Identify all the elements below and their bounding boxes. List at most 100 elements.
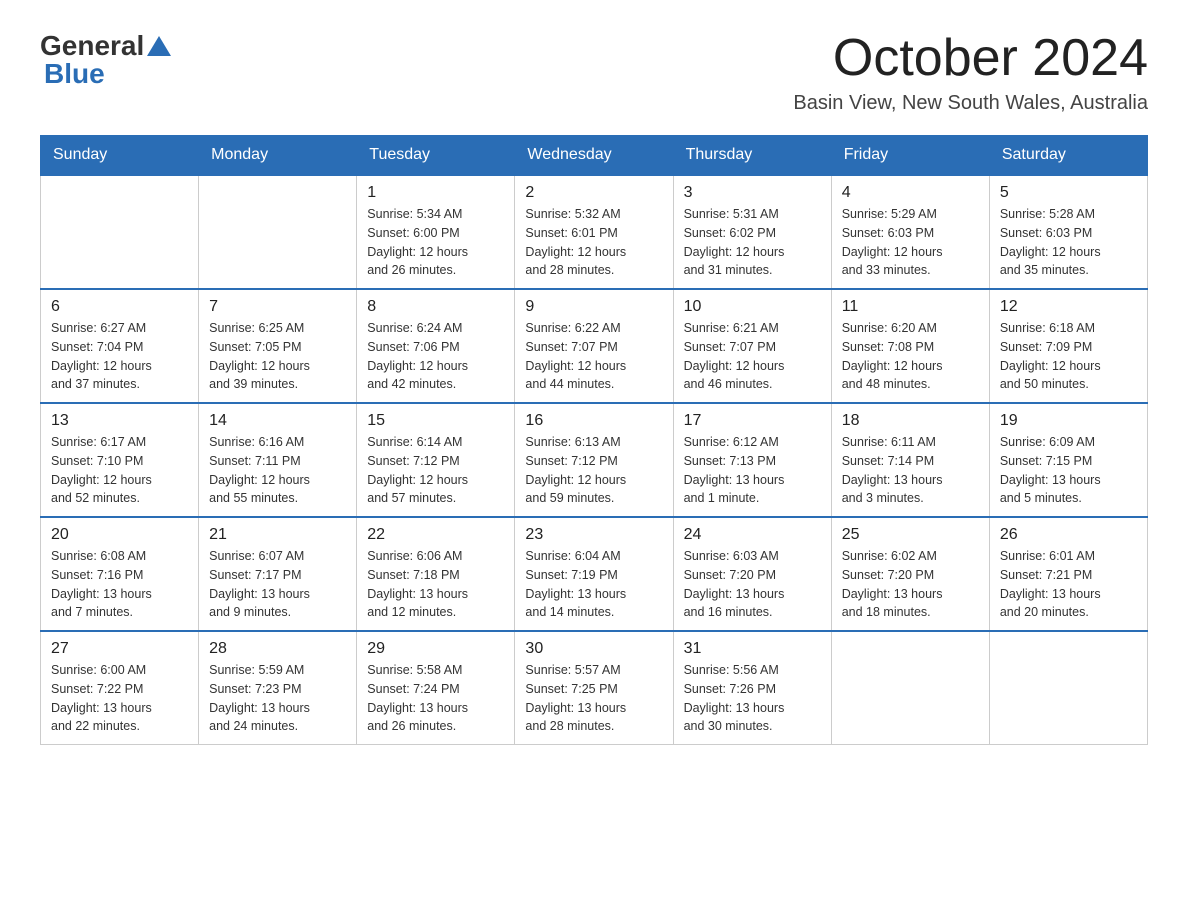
- calendar-day-26: 26 Sunrise: 6:01 AMSunset: 7:21 PMDayligh…: [989, 517, 1147, 631]
- calendar-day-30: 30Sunrise: 5:57 AMSunset: 7:25 PMDayligh…: [515, 631, 673, 745]
- day-info: Sunrise: 5:29 AMSunset: 6:03 PMDaylight:…: [842, 205, 979, 280]
- calendar-day-14: 14 Sunrise: 6:16 AMSunset: 7:11 PMDayligh…: [199, 403, 357, 517]
- logo: General Blue: [40, 30, 174, 90]
- calendar-week-row: 1Sunrise: 5:34 AMSunset: 6:00 PMDaylight…: [41, 175, 1148, 289]
- day-number: 31: [684, 640, 821, 658]
- day-info: Sunrise: 6:16 AMSunset: 7:11 PMDaylight:…: [209, 433, 346, 508]
- day-info: Sunrise: 6:14 AMSunset: 7:12 PMDaylight:…: [367, 433, 504, 508]
- day-number: 23: [525, 526, 662, 544]
- day-number: 6: [51, 298, 188, 316]
- weekday-header-thursday: Thursday: [673, 136, 831, 176]
- calendar-day-11: 11 Sunrise: 6:20 AMSunset: 7:08 PMDayligh…: [831, 289, 989, 403]
- calendar-day-6: 6 Sunrise: 6:27 AMSunset: 7:04 PMDaylight…: [41, 289, 199, 403]
- calendar-empty-cell: [199, 175, 357, 289]
- calendar-day-28: 28 Sunrise: 5:59 AMSunset: 7:23 PMDayligh…: [199, 631, 357, 745]
- weekday-header-tuesday: Tuesday: [357, 136, 515, 176]
- calendar-empty-cell: [831, 631, 989, 745]
- day-number: 4: [842, 184, 979, 202]
- location-text: Basin View, New South Wales, Australia: [793, 92, 1148, 115]
- calendar-day-20: 20 Sunrise: 6:08 AMSunset: 7:16 PMDayligh…: [41, 517, 199, 631]
- calendar-empty-cell: [41, 175, 199, 289]
- day-info: Sunrise: 6:03 AMSunset: 7:20 PMDaylight:…: [684, 547, 821, 622]
- calendar-day-17: 17Sunrise: 6:12 AMSunset: 7:13 PMDayligh…: [673, 403, 831, 517]
- logo-triangle-icon: [147, 36, 171, 56]
- day-info: Sunrise: 6:13 AMSunset: 7:12 PMDaylight:…: [525, 433, 662, 508]
- day-number: 12: [1000, 298, 1137, 316]
- day-number: 2: [525, 184, 662, 202]
- calendar-week-row: 6 Sunrise: 6:27 AMSunset: 7:04 PMDaylight…: [41, 289, 1148, 403]
- calendar-week-row: 13Sunrise: 6:17 AMSunset: 7:10 PMDayligh…: [41, 403, 1148, 517]
- day-number: 15: [367, 412, 504, 430]
- day-number: 20: [51, 526, 188, 544]
- calendar-week-row: 20 Sunrise: 6:08 AMSunset: 7:16 PMDayligh…: [41, 517, 1148, 631]
- weekday-header-saturday: Saturday: [989, 136, 1147, 176]
- day-info: Sunrise: 6:11 AMSunset: 7:14 PMDaylight:…: [842, 433, 979, 508]
- day-number: 10: [684, 298, 821, 316]
- day-info: Sunrise: 6:27 AMSunset: 7:04 PMDaylight:…: [51, 319, 188, 394]
- day-number: 8: [367, 298, 504, 316]
- weekday-header-wednesday: Wednesday: [515, 136, 673, 176]
- calendar-day-23: 23 Sunrise: 6:04 AMSunset: 7:19 PMDayligh…: [515, 517, 673, 631]
- calendar-day-21: 21 Sunrise: 6:07 AMSunset: 7:17 PMDayligh…: [199, 517, 357, 631]
- day-info: Sunrise: 6:21 AMSunset: 7:07 PMDaylight:…: [684, 319, 821, 394]
- day-info: Sunrise: 6:00 AMSunset: 7:22 PMDaylight:…: [51, 661, 188, 736]
- calendar-day-25: 25 Sunrise: 6:02 AMSunset: 7:20 PMDayligh…: [831, 517, 989, 631]
- day-info: Sunrise: 5:56 AMSunset: 7:26 PMDaylight:…: [684, 661, 821, 736]
- day-number: 5: [1000, 184, 1137, 202]
- calendar-day-27: 27 Sunrise: 6:00 AMSunset: 7:22 PMDayligh…: [41, 631, 199, 745]
- day-number: 19: [1000, 412, 1137, 430]
- calendar-day-2: 2 Sunrise: 5:32 AMSunset: 6:01 PMDaylight…: [515, 175, 673, 289]
- calendar-day-19: 19 Sunrise: 6:09 AMSunset: 7:15 PMDayligh…: [989, 403, 1147, 517]
- day-number: 14: [209, 412, 346, 430]
- day-info: Sunrise: 6:09 AMSunset: 7:15 PMDaylight:…: [1000, 433, 1137, 508]
- day-number: 17: [684, 412, 821, 430]
- day-number: 25: [842, 526, 979, 544]
- day-number: 24: [684, 526, 821, 544]
- day-info: Sunrise: 6:02 AMSunset: 7:20 PMDaylight:…: [842, 547, 979, 622]
- day-info: Sunrise: 6:01 AMSunset: 7:21 PMDaylight:…: [1000, 547, 1137, 622]
- calendar-day-8: 8 Sunrise: 6:24 AMSunset: 7:06 PMDaylight…: [357, 289, 515, 403]
- day-info: Sunrise: 5:57 AMSunset: 7:25 PMDaylight:…: [525, 661, 662, 736]
- day-info: Sunrise: 6:06 AMSunset: 7:18 PMDaylight:…: [367, 547, 504, 622]
- calendar-day-24: 24 Sunrise: 6:03 AMSunset: 7:20 PMDayligh…: [673, 517, 831, 631]
- day-number: 16: [525, 412, 662, 430]
- day-info: Sunrise: 5:32 AMSunset: 6:01 PMDaylight:…: [525, 205, 662, 280]
- calendar-week-row: 27 Sunrise: 6:00 AMSunset: 7:22 PMDayligh…: [41, 631, 1148, 745]
- calendar-day-7: 7Sunrise: 6:25 AMSunset: 7:05 PMDaylight…: [199, 289, 357, 403]
- calendar-day-12: 12 Sunrise: 6:18 AMSunset: 7:09 PMDayligh…: [989, 289, 1147, 403]
- day-info: Sunrise: 5:58 AMSunset: 7:24 PMDaylight:…: [367, 661, 504, 736]
- calendar-day-3: 3 Sunrise: 5:31 AMSunset: 6:02 PMDaylight…: [673, 175, 831, 289]
- day-info: Sunrise: 5:31 AMSunset: 6:02 PMDaylight:…: [684, 205, 821, 280]
- calendar-day-10: 10 Sunrise: 6:21 AMSunset: 7:07 PMDayligh…: [673, 289, 831, 403]
- page-header: General Blue October 2024 Basin View, Ne…: [40, 30, 1148, 115]
- weekday-header-friday: Friday: [831, 136, 989, 176]
- day-info: Sunrise: 5:34 AMSunset: 6:00 PMDaylight:…: [367, 205, 504, 280]
- day-number: 27: [51, 640, 188, 658]
- day-number: 3: [684, 184, 821, 202]
- weekday-header-monday: Monday: [199, 136, 357, 176]
- day-info: Sunrise: 6:18 AMSunset: 7:09 PMDaylight:…: [1000, 319, 1137, 394]
- calendar-day-1: 1Sunrise: 5:34 AMSunset: 6:00 PMDaylight…: [357, 175, 515, 289]
- day-info: Sunrise: 5:59 AMSunset: 7:23 PMDaylight:…: [209, 661, 346, 736]
- day-info: Sunrise: 6:08 AMSunset: 7:16 PMDaylight:…: [51, 547, 188, 622]
- day-info: Sunrise: 6:20 AMSunset: 7:08 PMDaylight:…: [842, 319, 979, 394]
- day-info: Sunrise: 6:17 AMSunset: 7:10 PMDaylight:…: [51, 433, 188, 508]
- day-number: 26: [1000, 526, 1137, 544]
- calendar-day-31: 31 Sunrise: 5:56 AMSunset: 7:26 PMDayligh…: [673, 631, 831, 745]
- day-number: 28: [209, 640, 346, 658]
- day-number: 29: [367, 640, 504, 658]
- calendar-day-18: 18 Sunrise: 6:11 AMSunset: 7:14 PMDayligh…: [831, 403, 989, 517]
- day-info: Sunrise: 6:04 AMSunset: 7:19 PMDaylight:…: [525, 547, 662, 622]
- day-number: 9: [525, 298, 662, 316]
- day-info: Sunrise: 6:22 AMSunset: 7:07 PMDaylight:…: [525, 319, 662, 394]
- weekday-header-sunday: Sunday: [41, 136, 199, 176]
- day-info: Sunrise: 5:28 AMSunset: 6:03 PMDaylight:…: [1000, 205, 1137, 280]
- calendar-day-29: 29 Sunrise: 5:58 AMSunset: 7:24 PMDayligh…: [357, 631, 515, 745]
- day-info: Sunrise: 6:24 AMSunset: 7:06 PMDaylight:…: [367, 319, 504, 394]
- calendar-empty-cell: [989, 631, 1147, 745]
- day-number: 11: [842, 298, 979, 316]
- day-number: 18: [842, 412, 979, 430]
- calendar-day-5: 5 Sunrise: 5:28 AMSunset: 6:03 PMDaylight…: [989, 175, 1147, 289]
- day-info: Sunrise: 6:07 AMSunset: 7:17 PMDaylight:…: [209, 547, 346, 622]
- day-number: 21: [209, 526, 346, 544]
